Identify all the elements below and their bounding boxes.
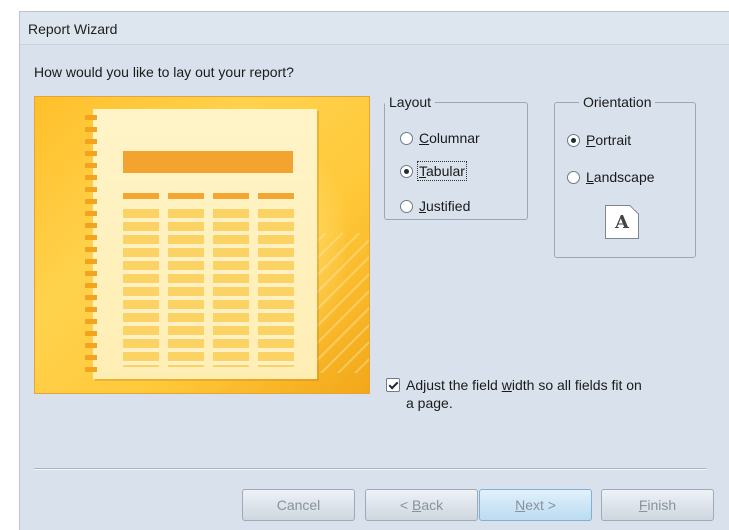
preview-header-2 bbox=[168, 193, 204, 199]
preview-column-1 bbox=[123, 209, 159, 367]
radio-icon[interactable] bbox=[400, 199, 413, 213]
radio-icon[interactable] bbox=[400, 131, 413, 145]
layout-option-columnar[interactable]: Columnar bbox=[400, 130, 480, 146]
orientation-option-label: Portrait bbox=[586, 132, 632, 148]
orientation-option-portrait[interactable]: Portrait bbox=[567, 132, 631, 148]
layout-option-label: Tabular bbox=[417, 161, 467, 181]
preview-column-4 bbox=[258, 209, 294, 367]
layout-prompt: How would you like to lay out your repor… bbox=[34, 64, 294, 80]
preview-title-bar bbox=[123, 151, 293, 173]
next-button[interactable]: Next > bbox=[479, 489, 592, 521]
adjust-field-width-checkbox-row[interactable]: Adjust the field width so all fields fit… bbox=[386, 376, 642, 412]
window-title: Report Wizard bbox=[28, 21, 118, 37]
layout-preview-image bbox=[34, 96, 370, 394]
preview-header-1 bbox=[123, 193, 159, 199]
preview-column-2 bbox=[168, 209, 204, 367]
preview-column-3 bbox=[213, 209, 249, 367]
adjust-width-label: Adjust the field width so all fields fit… bbox=[406, 377, 642, 411]
radio-selected-icon[interactable] bbox=[567, 133, 580, 147]
preview-header-3 bbox=[213, 193, 249, 199]
portrait-page-icon: A bbox=[605, 205, 639, 239]
preview-page bbox=[93, 109, 317, 379]
report-wizard-window: Report Wizard How would you like to lay … bbox=[19, 11, 729, 530]
finish-button[interactable]: Finish bbox=[601, 489, 714, 521]
orientation-option-landscape[interactable]: Landscape bbox=[567, 169, 655, 185]
layout-legend: Layout bbox=[389, 94, 432, 110]
radio-selected-icon[interactable] bbox=[400, 164, 413, 178]
orientation-group: Orientation Portrait Landscape A bbox=[554, 94, 696, 258]
radio-icon[interactable] bbox=[567, 170, 580, 184]
layout-option-justified[interactable]: Justified bbox=[400, 198, 470, 214]
layout-option-label: Justified bbox=[419, 198, 471, 214]
orientation-legend: Orientation bbox=[583, 94, 652, 110]
preview-spiral-binding bbox=[85, 111, 97, 375]
title-bar: Report Wizard bbox=[20, 12, 729, 45]
divider bbox=[34, 468, 706, 470]
back-button[interactable]: < Back bbox=[365, 489, 478, 521]
layout-option-tabular[interactable]: Tabular bbox=[400, 161, 467, 181]
layout-group: Layout Columnar Tabular Justified bbox=[384, 94, 528, 220]
cancel-button[interactable]: Cancel bbox=[242, 489, 355, 521]
preview-header-4 bbox=[258, 193, 294, 199]
adjust-width-checkbox[interactable] bbox=[386, 378, 400, 392]
layout-option-label: Columnar bbox=[419, 130, 480, 146]
orientation-option-label: Landscape bbox=[586, 169, 655, 185]
